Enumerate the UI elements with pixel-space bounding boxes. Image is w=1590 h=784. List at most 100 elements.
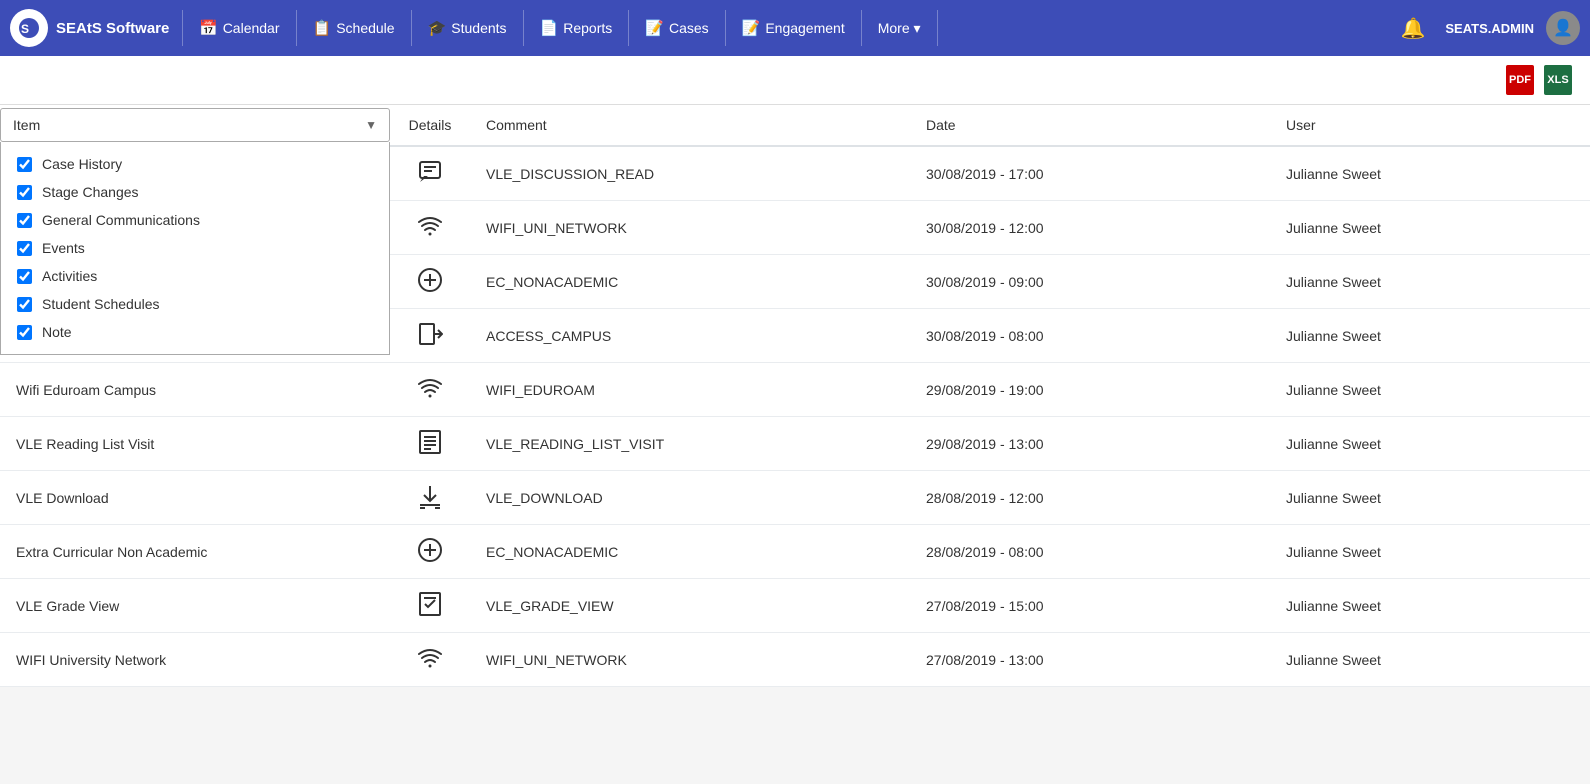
table-row: Extra Curricular Non Academic EC_NONACAD… <box>0 525 1590 579</box>
cell-details <box>390 309 470 363</box>
excel-export-button[interactable]: XLS <box>1542 64 1574 96</box>
filter-option-stage-changes[interactable]: Stage Changes <box>1 178 389 206</box>
cell-user: Julianne Sweet <box>1270 525 1590 579</box>
item-filter-container: Item ▼ Case History Stage Cha <box>0 108 390 142</box>
main-content: Item ▼ Case History Stage Cha <box>0 105 1590 687</box>
students-icon: 🎓 <box>428 19 447 37</box>
svg-text:S: S <box>21 22 29 36</box>
cell-comment: WIFI_UNI_NETWORK <box>470 201 910 255</box>
cell-date: 30/08/2019 - 12:00 <box>910 201 1270 255</box>
cell-details <box>390 146 470 201</box>
nav-divider-2 <box>296 10 297 46</box>
cell-date: 30/08/2019 - 17:00 <box>910 146 1270 201</box>
table-row: VLE Reading List Visit VLE_READING_LIST_… <box>0 417 1590 471</box>
excel-icon: XLS <box>1544 65 1572 95</box>
dropdown-arrow-icon: ▼ <box>365 118 377 132</box>
checkbox-stage-changes[interactable] <box>17 185 32 200</box>
cell-details <box>390 633 470 687</box>
filter-label-activities: Activities <box>42 268 97 284</box>
checkbox-general-comms[interactable] <box>17 213 32 228</box>
cell-date: 30/08/2019 - 08:00 <box>910 309 1270 363</box>
avatar: 👤 <box>1546 11 1580 45</box>
nav-item-reports[interactable]: 📄 Reports <box>526 0 627 56</box>
cell-details <box>390 255 470 309</box>
brand: S SEAtS Software <box>10 9 170 47</box>
filter-option-student-schedules[interactable]: Student Schedules <box>1 290 389 318</box>
checkbox-student-schedules[interactable] <box>17 297 32 312</box>
pdf-icon: PDF <box>1506 65 1534 95</box>
filter-option-note[interactable]: Note <box>1 318 389 346</box>
filter-option-general-comms[interactable]: General Communications <box>1 206 389 234</box>
cell-details <box>390 417 470 471</box>
navbar: S SEAtS Software 📅 Calendar 📋 Schedule 🎓… <box>0 0 1590 56</box>
item-dropdown-button[interactable]: Item ▼ <box>0 108 390 142</box>
filter-label-student-schedules: Student Schedules <box>42 296 160 312</box>
cell-comment: VLE_DOWNLOAD <box>470 471 910 525</box>
pdf-export-button[interactable]: PDF <box>1504 64 1536 96</box>
nav-item-more[interactable]: More ▾ <box>864 0 935 56</box>
filter-option-events[interactable]: Events <box>1 234 389 262</box>
item-dropdown-label: Item <box>13 117 40 133</box>
th-details: Details <box>390 105 470 146</box>
cell-date: 27/08/2019 - 13:00 <box>910 633 1270 687</box>
reports-icon: 📄 <box>540 19 559 37</box>
filter-option-case-history[interactable]: Case History <box>1 150 389 178</box>
table-row: Wifi Eduroam Campus WIFI_EDUROAM29/08/20… <box>0 363 1590 417</box>
cell-item: WIFI University Network <box>0 633 390 687</box>
cell-user: Julianne Sweet <box>1270 146 1590 201</box>
brand-logo: S <box>10 9 48 47</box>
filter-label-case-history: Case History <box>42 156 122 172</box>
cell-item: VLE Reading List Visit <box>0 417 390 471</box>
nav-label-calendar: Calendar <box>223 20 280 36</box>
cell-details <box>390 201 470 255</box>
nav-divider-8 <box>937 10 938 46</box>
table-row: VLE Download VLE_DOWNLOAD28/08/2019 - 12… <box>0 471 1590 525</box>
nav-item-schedule[interactable]: 📋 Schedule <box>299 0 409 56</box>
cell-user: Julianne Sweet <box>1270 633 1590 687</box>
nav-item-cases[interactable]: 📝 Cases <box>631 0 722 56</box>
filter-label-stage-changes: Stage Changes <box>42 184 139 200</box>
checkbox-activities[interactable] <box>17 269 32 284</box>
nav-divider-5 <box>628 10 629 46</box>
nav-label-schedule: Schedule <box>336 20 394 36</box>
cell-date: 29/08/2019 - 19:00 <box>910 363 1270 417</box>
filter-label-note: Note <box>42 324 72 340</box>
cell-comment: EC_NONACADEMIC <box>470 525 910 579</box>
filter-label-events: Events <box>42 240 85 256</box>
table-row: VLE Grade View VLE_GRADE_VIEW27/08/2019 … <box>0 579 1590 633</box>
calendar-icon: 📅 <box>199 19 218 37</box>
cell-comment: WIFI_EDUROAM <box>470 363 910 417</box>
th-item: Item ▼ Case History Stage Cha <box>0 105 390 146</box>
nav-divider-7 <box>861 10 862 46</box>
cell-comment: VLE_READING_LIST_VISIT <box>470 417 910 471</box>
cell-user: Julianne Sweet <box>1270 417 1590 471</box>
table-header-row: Item ▼ Case History Stage Cha <box>0 105 1590 146</box>
nav-divider-6 <box>725 10 726 46</box>
bell-icon[interactable]: 🔔 <box>1392 16 1433 41</box>
cell-user: Julianne Sweet <box>1270 363 1590 417</box>
filter-option-activities[interactable]: Activities <box>1 262 389 290</box>
brand-name: SEAtS Software <box>56 20 169 37</box>
cell-details <box>390 471 470 525</box>
nav-item-students[interactable]: 🎓 Students <box>414 0 521 56</box>
checkbox-note[interactable] <box>17 325 32 340</box>
cell-comment: ACCESS_CAMPUS <box>470 309 910 363</box>
cell-details <box>390 525 470 579</box>
nav-label-more: More ▾ <box>878 20 921 37</box>
table-row: WIFI University Network WIFI_UNI_NETWORK… <box>0 633 1590 687</box>
engagement-icon: 📝 <box>742 19 761 37</box>
nav-divider-4 <box>523 10 524 46</box>
cell-item: VLE Download <box>0 471 390 525</box>
nav-right: 🔔 SEATS.ADMIN 👤 <box>1392 11 1580 45</box>
cell-date: 30/08/2019 - 09:00 <box>910 255 1270 309</box>
cell-item: Extra Curricular Non Academic <box>0 525 390 579</box>
nav-label-reports: Reports <box>563 20 612 36</box>
checkbox-events[interactable] <box>17 241 32 256</box>
checkbox-case-history[interactable] <box>17 157 32 172</box>
cell-user: Julianne Sweet <box>1270 579 1590 633</box>
nav-item-calendar[interactable]: 📅 Calendar <box>185 0 294 56</box>
nav-item-engagement[interactable]: 📝 Engagement <box>728 0 859 56</box>
th-comment: Comment <box>470 105 910 146</box>
nav-divider-3 <box>411 10 412 46</box>
nav-divider-1 <box>182 10 183 46</box>
